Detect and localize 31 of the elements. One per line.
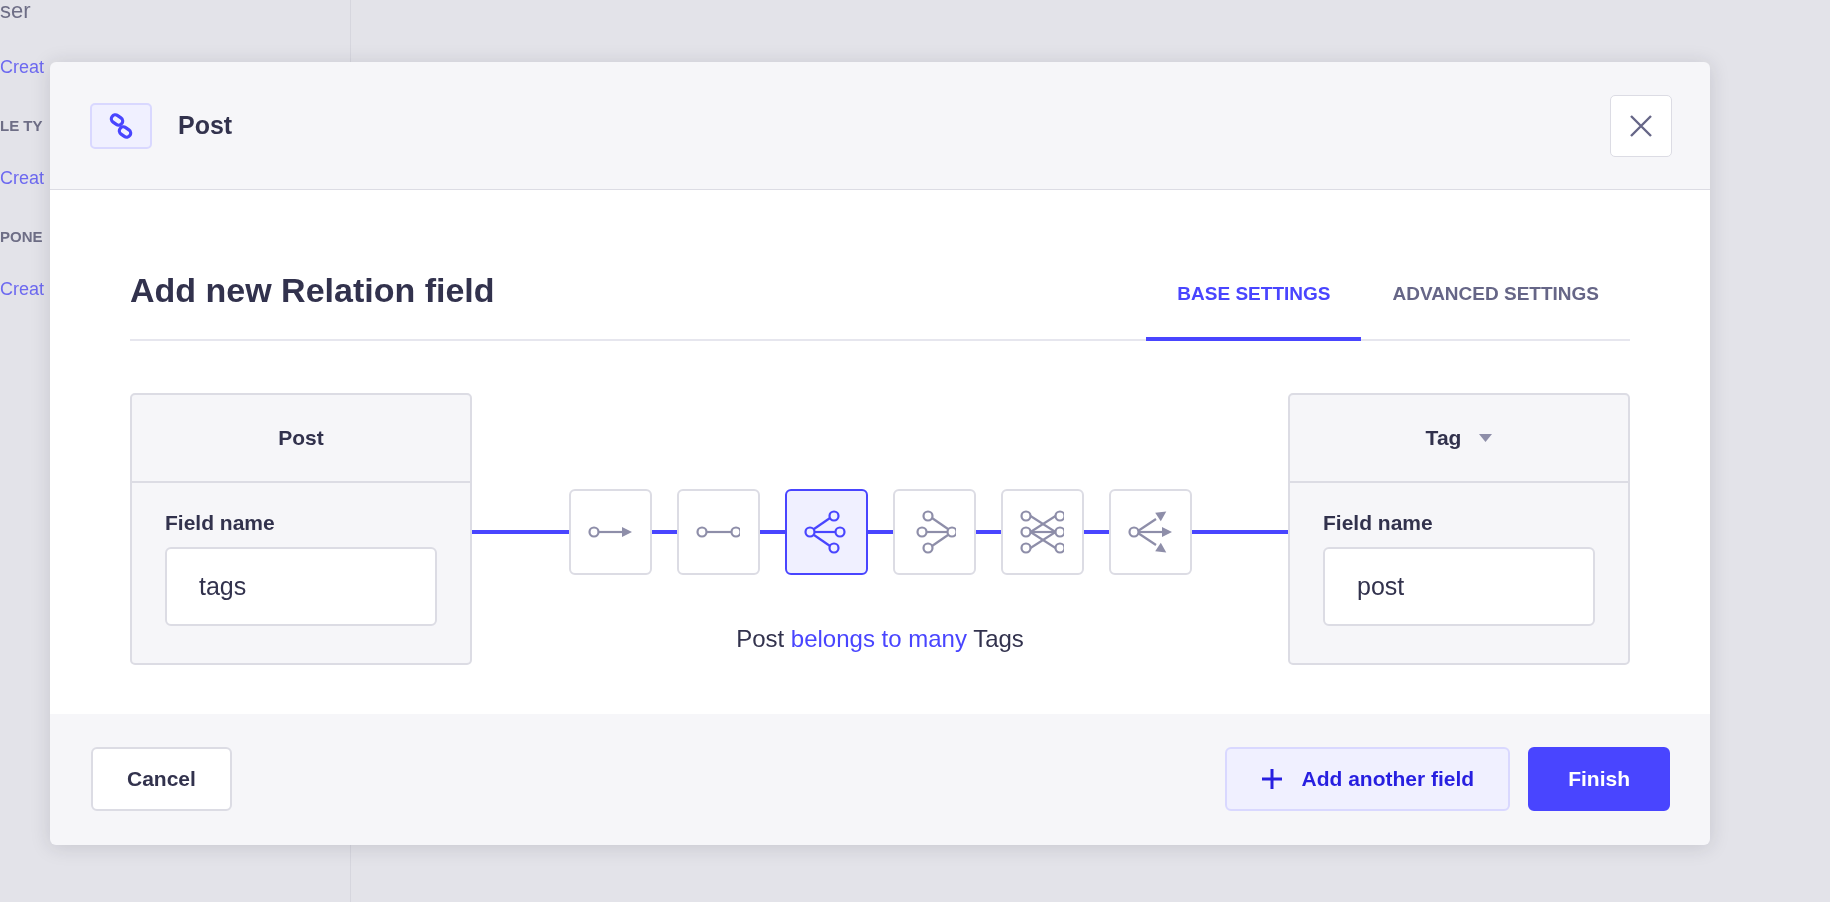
one-way-relation-icon <box>588 526 632 538</box>
sidebar-item[interactable]: ser <box>0 0 31 22</box>
close-button[interactable] <box>1610 94 1672 157</box>
caret-icon[interactable] <box>1479 434 1493 442</box>
create-link[interactable]: Creat <box>0 280 44 298</box>
field-label: Field name <box>165 511 276 535</box>
field-name-input[interactable]: tags <box>165 547 437 626</box>
many-way-relation-icon <box>1128 510 1172 554</box>
model-name: Post <box>278 426 324 450</box>
many-to-many-relation-icon <box>1020 510 1064 554</box>
field-name-input[interactable]: post <box>1323 547 1595 626</box>
link-icon <box>108 112 134 139</box>
create-link[interactable]: Creat <box>0 58 44 76</box>
modal-title: Post <box>178 111 234 140</box>
cancel-button[interactable]: Cancel <box>91 746 232 811</box>
dialog-heading: Add new Relation field <box>130 271 496 310</box>
plus-icon <box>1261 767 1284 790</box>
add-field-button[interactable]: Add another field <box>1225 746 1511 811</box>
settings-tab[interactable]: ADVANCED SETTINGS <box>1361 250 1630 341</box>
section-title: LE TY <box>0 118 43 133</box>
relation-type-button[interactable] <box>784 489 868 575</box>
relation-description: Post belongs to many Tags <box>735 625 1025 653</box>
model-name[interactable]: Tag <box>1425 426 1462 450</box>
close-icon <box>1629 113 1653 138</box>
create-link[interactable]: Creat <box>0 169 44 187</box>
field-label: Field name <box>1323 511 1434 535</box>
section-title: PONE <box>0 229 43 244</box>
one-to-many-relation-icon <box>804 510 848 554</box>
finish-button[interactable]: Finish <box>1528 746 1670 811</box>
settings-tab[interactable]: BASE SETTINGS <box>1146 250 1362 341</box>
one-to-one-relation-icon <box>696 526 740 538</box>
